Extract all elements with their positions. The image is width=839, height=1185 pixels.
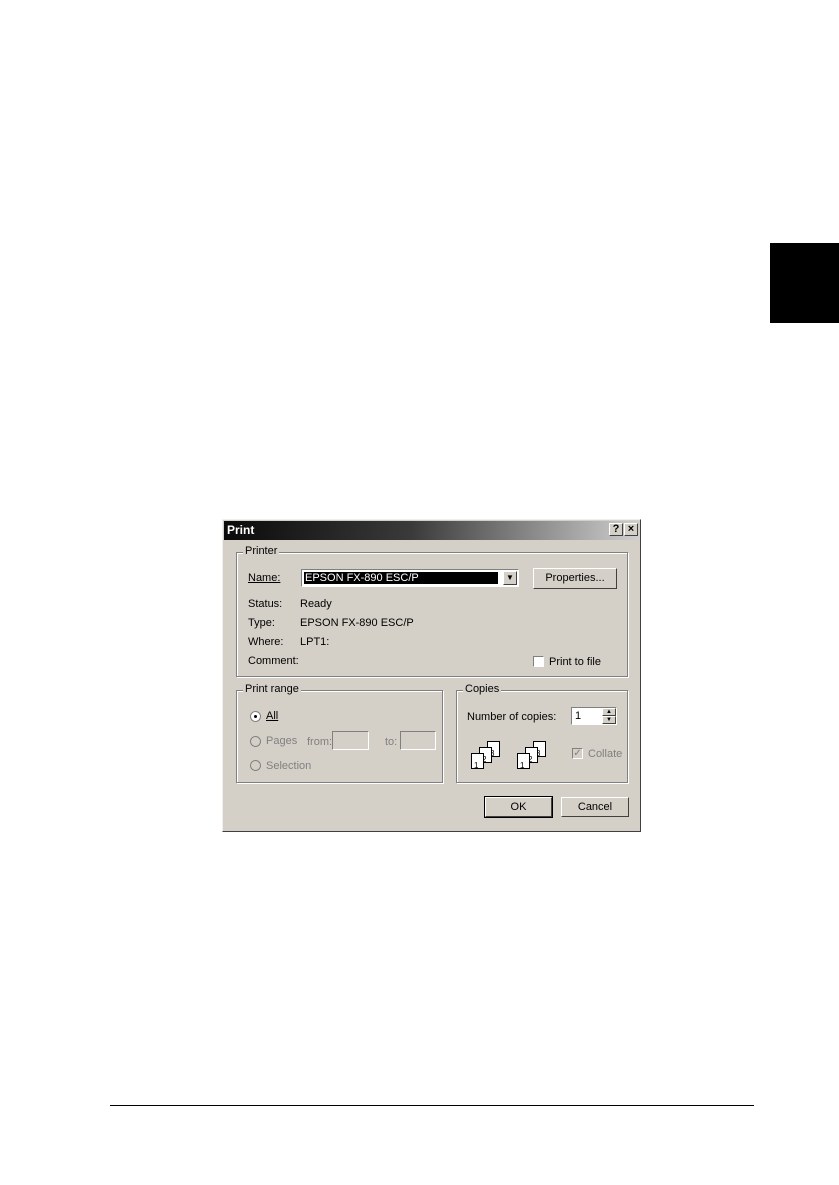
type-label: Type: <box>248 617 275 629</box>
footer-divider <box>110 1105 754 1106</box>
copies-group-label: Copies <box>463 683 502 695</box>
section-tab-marker <box>770 243 839 323</box>
print-to-file-checkbox[interactable] <box>533 656 544 667</box>
page-icon: 1 <box>517 753 530 770</box>
dialog-title: Print <box>227 523 255 537</box>
range-selection-label: Selection <box>266 760 312 772</box>
printer-group: Printer Name: EPSON FX-890 ESC/P ▼ Prope… <box>236 545 628 677</box>
close-icon: × <box>627 523 635 535</box>
arrow-up-icon[interactable]: ▲ <box>602 708 616 716</box>
where-label: Where: <box>248 636 284 648</box>
printer-group-label: Printer <box>243 545 280 557</box>
ok-button[interactable]: OK <box>484 796 553 818</box>
range-pages-label: Pages <box>266 735 298 747</box>
comment-label: Comment: <box>248 655 299 667</box>
range-to-label: to: <box>385 736 398 748</box>
collate-checkbox[interactable]: ✓ <box>572 748 583 759</box>
printer-name-value: EPSON FX-890 ESC/P <box>304 572 498 584</box>
collate-stack-2-icon: 3 2 1 <box>513 741 553 773</box>
collate-stack-1-icon: 3 2 1 <box>467 741 507 773</box>
status-label: Status: <box>248 598 283 610</box>
print-range-group: Print range All Pages from: to: Selectio… <box>236 683 443 783</box>
type-value: EPSON FX-890 ESC/P <box>300 617 414 629</box>
page-icon: 1 <box>471 753 484 770</box>
help-button[interactable]: ? <box>609 523 623 536</box>
copies-value: 1 <box>575 710 582 722</box>
printer-name-label: Name: <box>248 572 281 584</box>
status-value: Ready <box>300 598 332 610</box>
number-of-copies-label: Number of copies: <box>467 711 557 723</box>
properties-button[interactable]: Properties... <box>533 568 617 589</box>
help-icon: ? <box>612 523 620 535</box>
range-all-radio[interactable] <box>250 711 261 722</box>
range-pages-radio[interactable] <box>250 736 261 747</box>
where-value: LPT1: <box>300 636 330 648</box>
print-dialog: Print ? × Printer Name: EPSON FX-890 ESC… <box>222 519 641 832</box>
print-to-file-label: Print to file <box>549 656 601 668</box>
collate-label: Collate <box>588 748 623 760</box>
title-bar: Print ? × <box>224 521 639 540</box>
range-to-input[interactable] <box>400 731 436 750</box>
chevron-down-icon[interactable]: ▼ <box>503 571 517 585</box>
printer-name-select[interactable]: EPSON FX-890 ESC/P ▼ <box>301 569 519 587</box>
range-all-label: All <box>266 710 279 722</box>
print-range-group-label: Print range <box>243 683 301 695</box>
close-button[interactable]: × <box>624 523 638 536</box>
range-from-input[interactable] <box>332 731 369 750</box>
cancel-button[interactable]: Cancel <box>561 797 629 817</box>
range-selection-radio[interactable] <box>250 760 261 771</box>
range-from-label: from: <box>307 736 333 748</box>
copies-stepper[interactable]: 1 ▲ ▼ <box>571 707 617 725</box>
copies-group: Copies Number of copies: 1 ▲ ▼ 3 2 1 3 2… <box>456 683 628 783</box>
arrow-down-icon[interactable]: ▼ <box>602 716 616 724</box>
